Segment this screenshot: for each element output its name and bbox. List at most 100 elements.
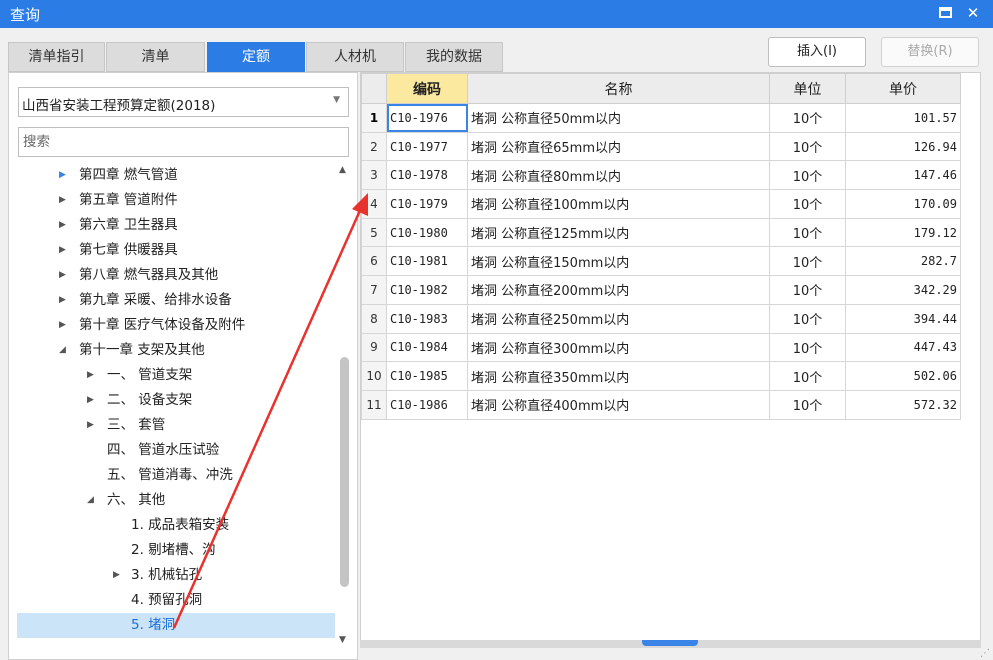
tree-item[interactable]: ▶ 第九章 采暖、给排水设备 — [17, 288, 335, 313]
scrollbar-thumb[interactable] — [340, 357, 349, 587]
scroll-up-icon[interactable]: ▲ — [339, 165, 346, 175]
tree-item[interactable]: 4. 预留孔洞 — [17, 588, 335, 613]
horizontal-scrollbar[interactable] — [360, 640, 981, 648]
cell-price[interactable]: 179.12 — [845, 217, 961, 248]
resize-grip-icon[interactable]: ⋰ — [980, 648, 991, 659]
cell-price[interactable]: 282.7 — [845, 246, 961, 277]
cell-price[interactable]: 126.94 — [845, 131, 961, 162]
tree-item[interactable]: 5. 堵洞 — [17, 613, 335, 638]
cell-unit[interactable]: 10个 — [769, 332, 846, 363]
cell-code[interactable]: C10-1978 — [386, 160, 468, 191]
tree-item[interactable]: ▶ 第四章 燃气管道 — [17, 163, 335, 188]
cell-unit[interactable]: 10个 — [769, 189, 846, 219]
tab-list[interactable]: 清单 — [106, 42, 205, 72]
cell-code[interactable]: C10-1977 — [386, 131, 468, 162]
cell-unit[interactable]: 10个 — [769, 131, 846, 162]
tab-quota[interactable]: 定额 — [207, 42, 305, 72]
quota-library-select[interactable]: 山西省安装工程预算定额(2018) ▼ — [18, 87, 349, 117]
tab-list-guide[interactable]: 清单指引 — [8, 42, 105, 72]
cell-price[interactable]: 101.57 — [845, 103, 961, 133]
table-row[interactable]: 9 C10-1984 堵洞 公称直径300mm以内 10个 447.43 — [361, 332, 961, 363]
cell-unit[interactable]: 10个 — [769, 361, 846, 391]
table-row[interactable]: 1 C10-1976 堵洞 公称直径50mm以内 10个 101.57 — [361, 103, 961, 133]
cell-name[interactable]: 堵洞 公称直径250mm以内 — [467, 303, 770, 334]
tree-item[interactable]: ◢ 第十一章 支架及其他 — [17, 338, 335, 363]
tree-item[interactable]: ▶ 3. 机械钻孔 — [17, 563, 335, 588]
column-header-name[interactable]: 名称 — [467, 73, 770, 104]
cell-unit[interactable]: 10个 — [769, 275, 846, 305]
cell-name[interactable]: 堵洞 公称直径50mm以内 — [467, 103, 770, 133]
tree-item[interactable]: ▶ 第八章 燃气器具及其他 — [17, 263, 335, 288]
column-header-unit[interactable]: 单位 — [769, 73, 846, 104]
tree-item[interactable]: ▶ 第七章 供暖器具 — [17, 238, 335, 263]
triangle-right-icon[interactable]: ▶ — [87, 388, 94, 413]
scrollbar-grip[interactable] — [642, 640, 698, 646]
tree-item[interactable]: ▶ 二、 设备支架 — [17, 388, 335, 413]
triangle-right-icon[interactable]: ▶ — [59, 163, 66, 188]
triangle-right-icon[interactable]: ▶ — [59, 263, 66, 288]
tree-item[interactable]: ▶ 一、 管道支架 — [17, 363, 335, 388]
table-row[interactable]: 8 C10-1983 堵洞 公称直径250mm以内 10个 394.44 — [361, 303, 961, 334]
tree-item[interactable]: ▶ 第五章 管道附件 — [17, 188, 335, 213]
tree-item[interactable]: 五、 管道消毒、冲洗 — [17, 463, 335, 488]
triangle-right-icon[interactable]: ▶ — [59, 313, 66, 338]
tree-item[interactable]: ▶ 第六章 卫生器具 — [17, 213, 335, 238]
cell-price[interactable]: 342.29 — [845, 275, 961, 305]
triangle-down-icon[interactable]: ◢ — [59, 338, 66, 363]
triangle-right-icon[interactable]: ▶ — [59, 213, 66, 238]
cell-code[interactable]: C10-1982 — [386, 275, 468, 305]
maximize-icon[interactable] — [934, 2, 956, 24]
cell-price[interactable]: 170.09 — [845, 189, 961, 219]
table-row[interactable]: 5 C10-1980 堵洞 公称直径125mm以内 10个 179.12 — [361, 217, 961, 248]
cell-name[interactable]: 堵洞 公称直径125mm以内 — [467, 217, 770, 248]
cell-unit[interactable]: 10个 — [769, 389, 846, 420]
table-row[interactable]: 7 C10-1982 堵洞 公称直径200mm以内 10个 342.29 — [361, 275, 961, 305]
cell-unit[interactable]: 10个 — [769, 246, 846, 277]
tree-item[interactable]: ▶ 第十章 医疗气体设备及附件 — [17, 313, 335, 338]
triangle-right-icon[interactable]: ▶ — [87, 413, 94, 438]
tree-item[interactable]: 四、 管道水压试验 — [17, 438, 335, 463]
cell-name[interactable]: 堵洞 公称直径400mm以内 — [467, 389, 770, 420]
cell-code[interactable]: C10-1986 — [386, 389, 468, 420]
table-row[interactable]: 10 C10-1985 堵洞 公称直径350mm以内 10个 502.06 — [361, 361, 961, 391]
cell-code[interactable]: C10-1983 — [386, 303, 468, 334]
cell-price[interactable]: 147.46 — [845, 160, 961, 191]
table-row[interactable]: 2 C10-1977 堵洞 公称直径65mm以内 10个 126.94 — [361, 131, 961, 162]
cell-name[interactable]: 堵洞 公称直径80mm以内 — [467, 160, 770, 191]
table-row[interactable]: 4 C10-1979 堵洞 公称直径100mm以内 10个 170.09 — [361, 189, 961, 219]
cell-name[interactable]: 堵洞 公称直径100mm以内 — [467, 189, 770, 219]
close-icon[interactable]: ✕ — [962, 2, 984, 24]
tree-item[interactable]: 2. 剔堵槽、沟 — [17, 538, 335, 563]
tree-scrollbar[interactable]: ▲ ▼ — [337, 165, 351, 645]
table-row[interactable]: 11 C10-1986 堵洞 公称直径400mm以内 10个 572.32 — [361, 389, 961, 420]
cell-unit[interactable]: 10个 — [769, 103, 846, 133]
tree-item[interactable]: ▶ 三、 套管 — [17, 413, 335, 438]
tree-item[interactable]: ◢ 六、 其他 — [17, 488, 335, 513]
cell-price[interactable]: 572.32 — [845, 389, 961, 420]
cell-price[interactable]: 502.06 — [845, 361, 961, 391]
cell-name[interactable]: 堵洞 公称直径300mm以内 — [467, 332, 770, 363]
cell-code[interactable]: C10-1981 — [386, 246, 468, 277]
triangle-down-icon[interactable]: ◢ — [87, 488, 94, 513]
tab-my-data[interactable]: 我的数据 — [405, 42, 503, 72]
scroll-down-icon[interactable]: ▼ — [339, 635, 346, 645]
triangle-right-icon[interactable]: ▶ — [59, 238, 66, 263]
cell-code[interactable]: C10-1985 — [386, 361, 468, 391]
cell-unit[interactable]: 10个 — [769, 217, 846, 248]
table-row[interactable]: 6 C10-1981 堵洞 公称直径150mm以内 10个 282.7 — [361, 246, 961, 277]
cell-unit[interactable]: 10个 — [769, 160, 846, 191]
cell-price[interactable]: 394.44 — [845, 303, 961, 334]
table-row[interactable]: 3 C10-1978 堵洞 公称直径80mm以内 10个 147.46 — [361, 160, 961, 191]
tree-item[interactable]: 1. 成品表箱安装 — [17, 513, 335, 538]
cell-code[interactable]: C10-1976 — [386, 103, 468, 133]
triangle-right-icon[interactable]: ▶ — [87, 363, 94, 388]
insert-button[interactable]: 插入(I) — [768, 37, 866, 67]
triangle-right-icon[interactable]: ▶ — [59, 188, 66, 213]
search-input[interactable] — [18, 127, 349, 157]
tab-materials[interactable]: 人材机 — [306, 42, 404, 72]
cell-code[interactable]: C10-1980 — [386, 217, 468, 248]
cell-unit[interactable]: 10个 — [769, 303, 846, 334]
triangle-right-icon[interactable]: ▶ — [113, 563, 120, 588]
column-header-price[interactable]: 单价 — [845, 73, 961, 104]
cell-name[interactable]: 堵洞 公称直径350mm以内 — [467, 361, 770, 391]
